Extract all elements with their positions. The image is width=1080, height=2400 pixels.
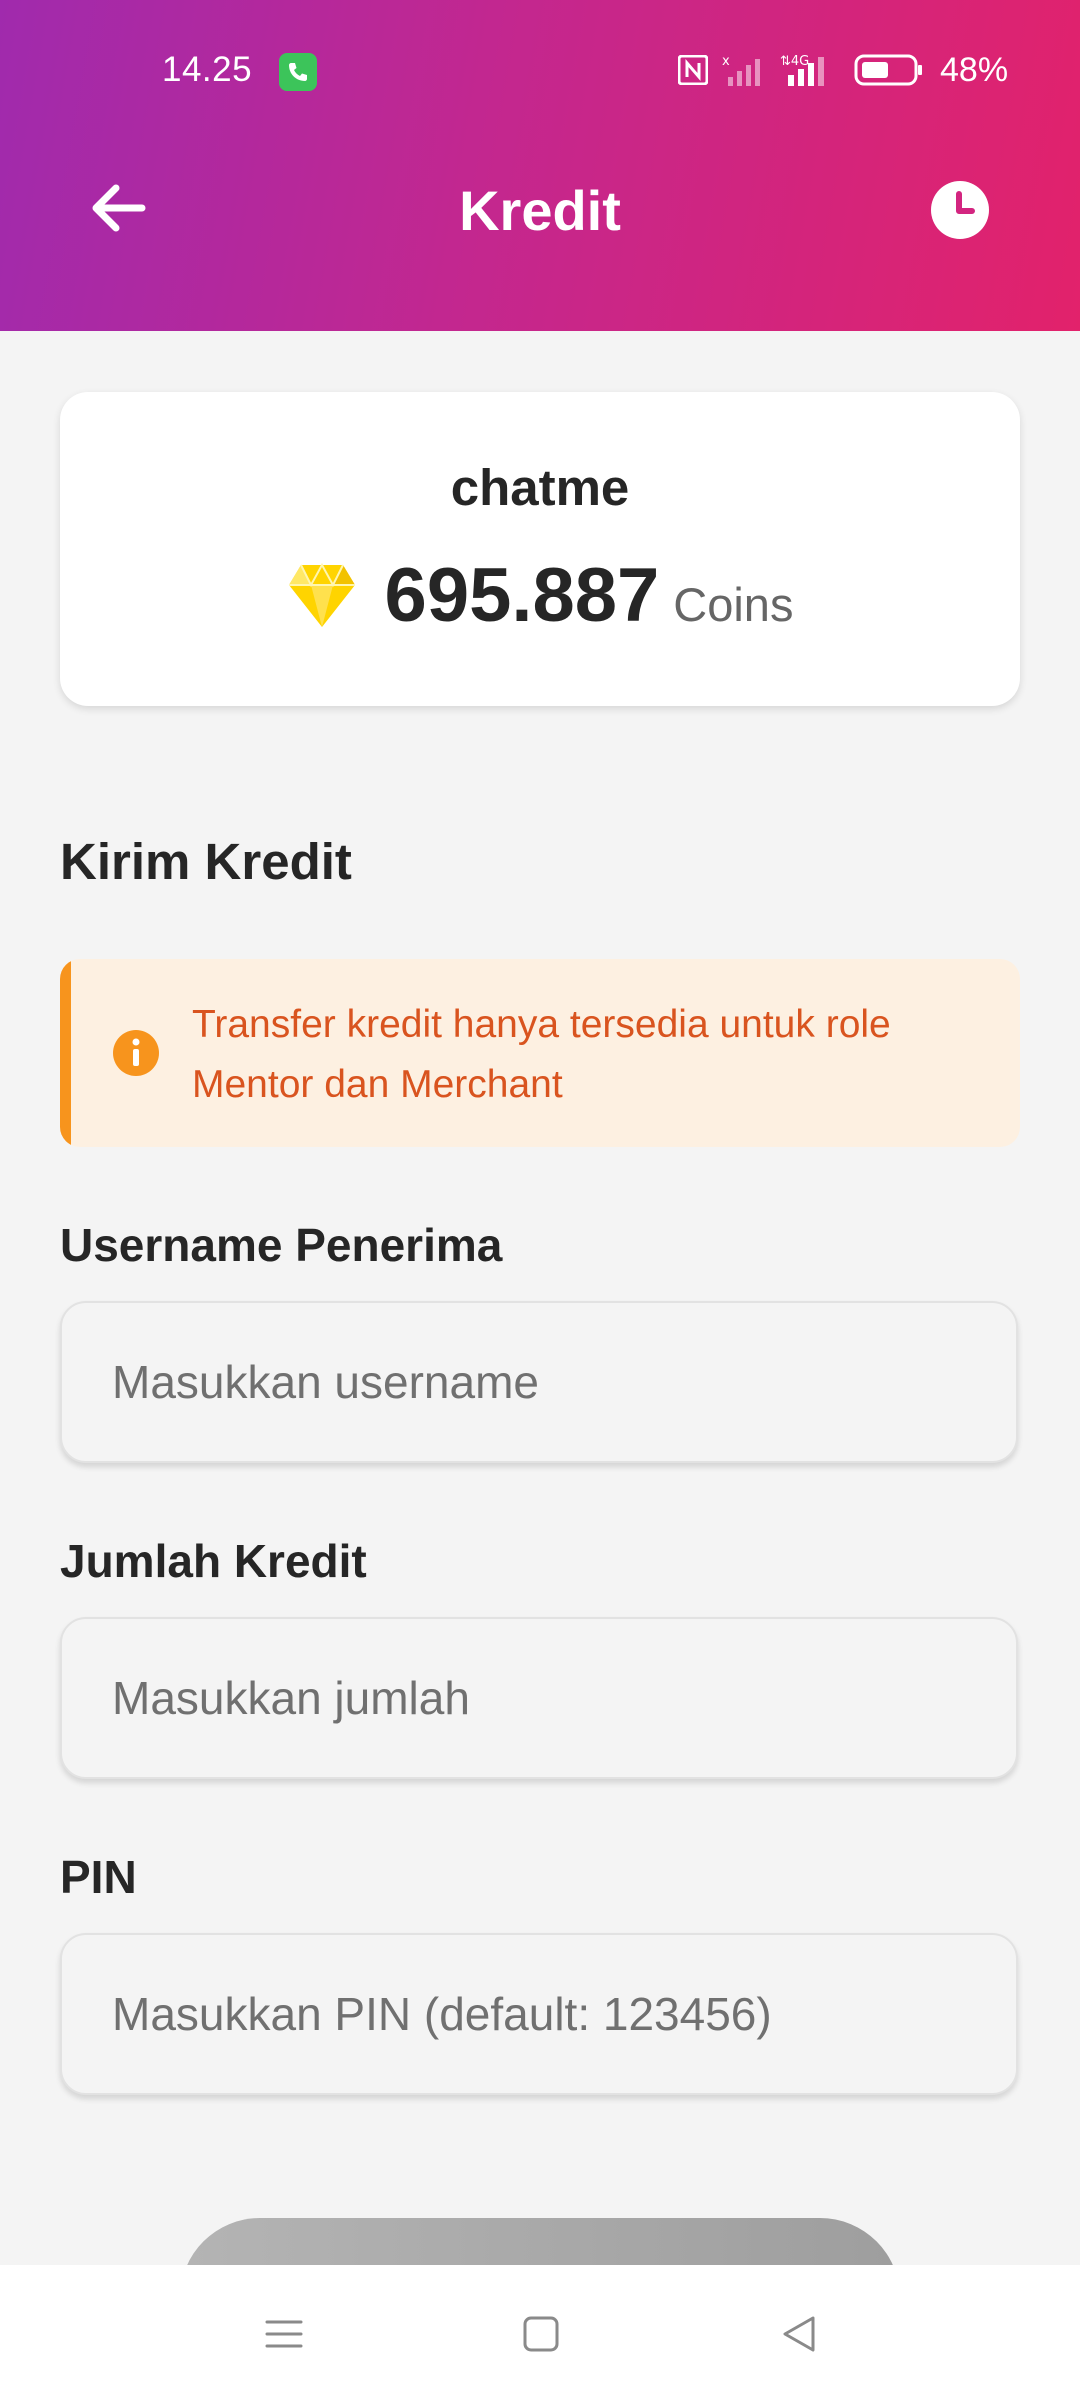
pin-label: PIN	[60, 1851, 137, 1903]
status-icons: x ⇅4G 48%	[678, 50, 1008, 90]
amount-input[interactable]	[60, 1617, 1018, 1779]
system-back-button[interactable]	[775, 2309, 825, 2359]
notice-accent-bar	[60, 959, 71, 1147]
system-nav-bar	[0, 2265, 1080, 2400]
back-triangle-icon	[783, 2316, 815, 2352]
battery-icon	[854, 54, 922, 86]
username-label: Username Penerima	[60, 1219, 503, 1271]
role-notice: Transfer kredit hanya tersedia untuk rol…	[60, 959, 1020, 1147]
signal-4g-icon: ⇅4G	[780, 54, 824, 86]
diamond-icon	[288, 562, 355, 627]
balance-row: 695.887 Coins	[60, 552, 1020, 639]
status-time: 14.25	[162, 50, 253, 89]
home-button[interactable]	[516, 2309, 566, 2359]
battery-level: 48%	[940, 50, 1009, 89]
home-square-icon	[523, 2316, 559, 2352]
info-icon	[113, 1030, 159, 1076]
balance-unit: Coins	[673, 578, 794, 631]
amount-label: Jumlah Kredit	[60, 1535, 367, 1587]
signal-no-sim-icon: x	[722, 54, 760, 86]
username-input[interactable]	[60, 1301, 1018, 1463]
app-header: 14.25 x ⇅4G 48% Kredit	[0, 0, 1080, 331]
status-bar: 14.25 x ⇅4G 48%	[0, 0, 1080, 140]
notice-line-1: Transfer kredit hanya tersedia untuk rol…	[192, 1003, 891, 1046]
recent-apps-button[interactable]	[259, 2309, 309, 2359]
history-button[interactable]	[930, 180, 990, 240]
svg-text:⇅4G: ⇅4G	[780, 54, 809, 69]
balance-card: chatme 695.887 Coins	[60, 392, 1020, 706]
menu-icon	[265, 2320, 303, 2348]
section-title-send-credit: Kirim Kredit	[60, 833, 352, 890]
call-active-icon	[279, 53, 317, 91]
clock-icon	[931, 181, 989, 239]
pin-input[interactable]	[60, 1933, 1018, 2095]
notice-text: Transfer kredit hanya tersedia untuk rol…	[192, 995, 992, 1115]
page-title: Kredit	[459, 179, 621, 242]
account-name: chatme	[450, 459, 630, 516]
svg-text:x: x	[722, 54, 730, 69]
notice-line-2: Mentor dan Merchant	[192, 1063, 563, 1106]
balance-amount: 695.887	[384, 553, 660, 638]
nfc-icon	[678, 55, 708, 85]
